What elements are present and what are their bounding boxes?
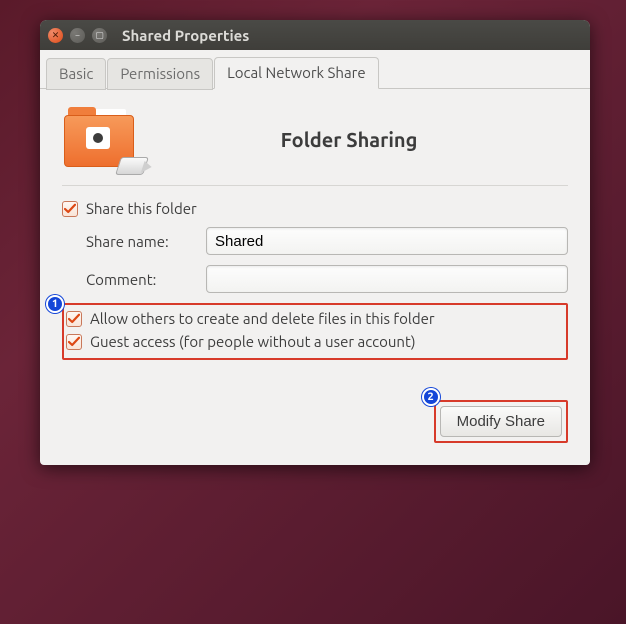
share-this-folder-row[interactable]: Share this folder	[62, 200, 568, 217]
annotation-box-1: 1 Allow others to create and delete file…	[62, 303, 568, 360]
close-icon[interactable]: ✕	[48, 28, 63, 43]
guest-access-row[interactable]: Guest access (for people without a user …	[66, 333, 560, 350]
maximize-icon[interactable]: ▢	[92, 28, 107, 43]
action-row: 2 Modify Share	[62, 400, 568, 443]
share-name-label: Share name:	[86, 233, 196, 250]
guest-access-checkbox[interactable]	[66, 334, 82, 350]
comment-input[interactable]	[206, 265, 568, 293]
titlebar: ✕ − ▢ Shared Properties	[40, 20, 590, 50]
panel-header: Folder Sharing	[62, 107, 568, 171]
tab-local-network-share[interactable]: Local Network Share	[214, 57, 379, 89]
panel-heading: Folder Sharing	[170, 128, 568, 151]
tab-content: Folder Sharing Share this folder Share n…	[40, 89, 590, 465]
comment-label: Comment:	[86, 271, 196, 288]
guest-access-label: Guest access (for people without a user …	[90, 333, 416, 350]
shared-properties-window: ✕ − ▢ Shared Properties Basic Permission…	[40, 20, 590, 465]
share-name-input[interactable]	[206, 227, 568, 255]
tab-bar: Basic Permissions Local Network Share	[40, 50, 590, 89]
minimize-icon[interactable]: −	[70, 28, 85, 43]
annotation-badge-1: 1	[46, 295, 64, 313]
annotation-box-2: 2 Modify Share	[434, 400, 568, 443]
tab-permissions[interactable]: Permissions	[107, 58, 213, 90]
folder-share-icon	[62, 107, 140, 171]
annotation-badge-2: 2	[422, 388, 440, 406]
modify-share-button[interactable]: Modify Share	[440, 406, 562, 437]
allow-others-checkbox[interactable]	[66, 311, 82, 327]
separator	[62, 185, 568, 186]
allow-others-row[interactable]: Allow others to create and delete files …	[66, 310, 560, 327]
share-name-row: Share name:	[62, 227, 568, 255]
window-title: Shared Properties	[122, 27, 249, 44]
comment-row: Comment:	[62, 265, 568, 293]
tab-basic[interactable]: Basic	[46, 58, 106, 90]
share-this-folder-label: Share this folder	[86, 200, 197, 217]
allow-others-label: Allow others to create and delete files …	[90, 310, 435, 327]
share-this-folder-checkbox[interactable]	[62, 201, 78, 217]
